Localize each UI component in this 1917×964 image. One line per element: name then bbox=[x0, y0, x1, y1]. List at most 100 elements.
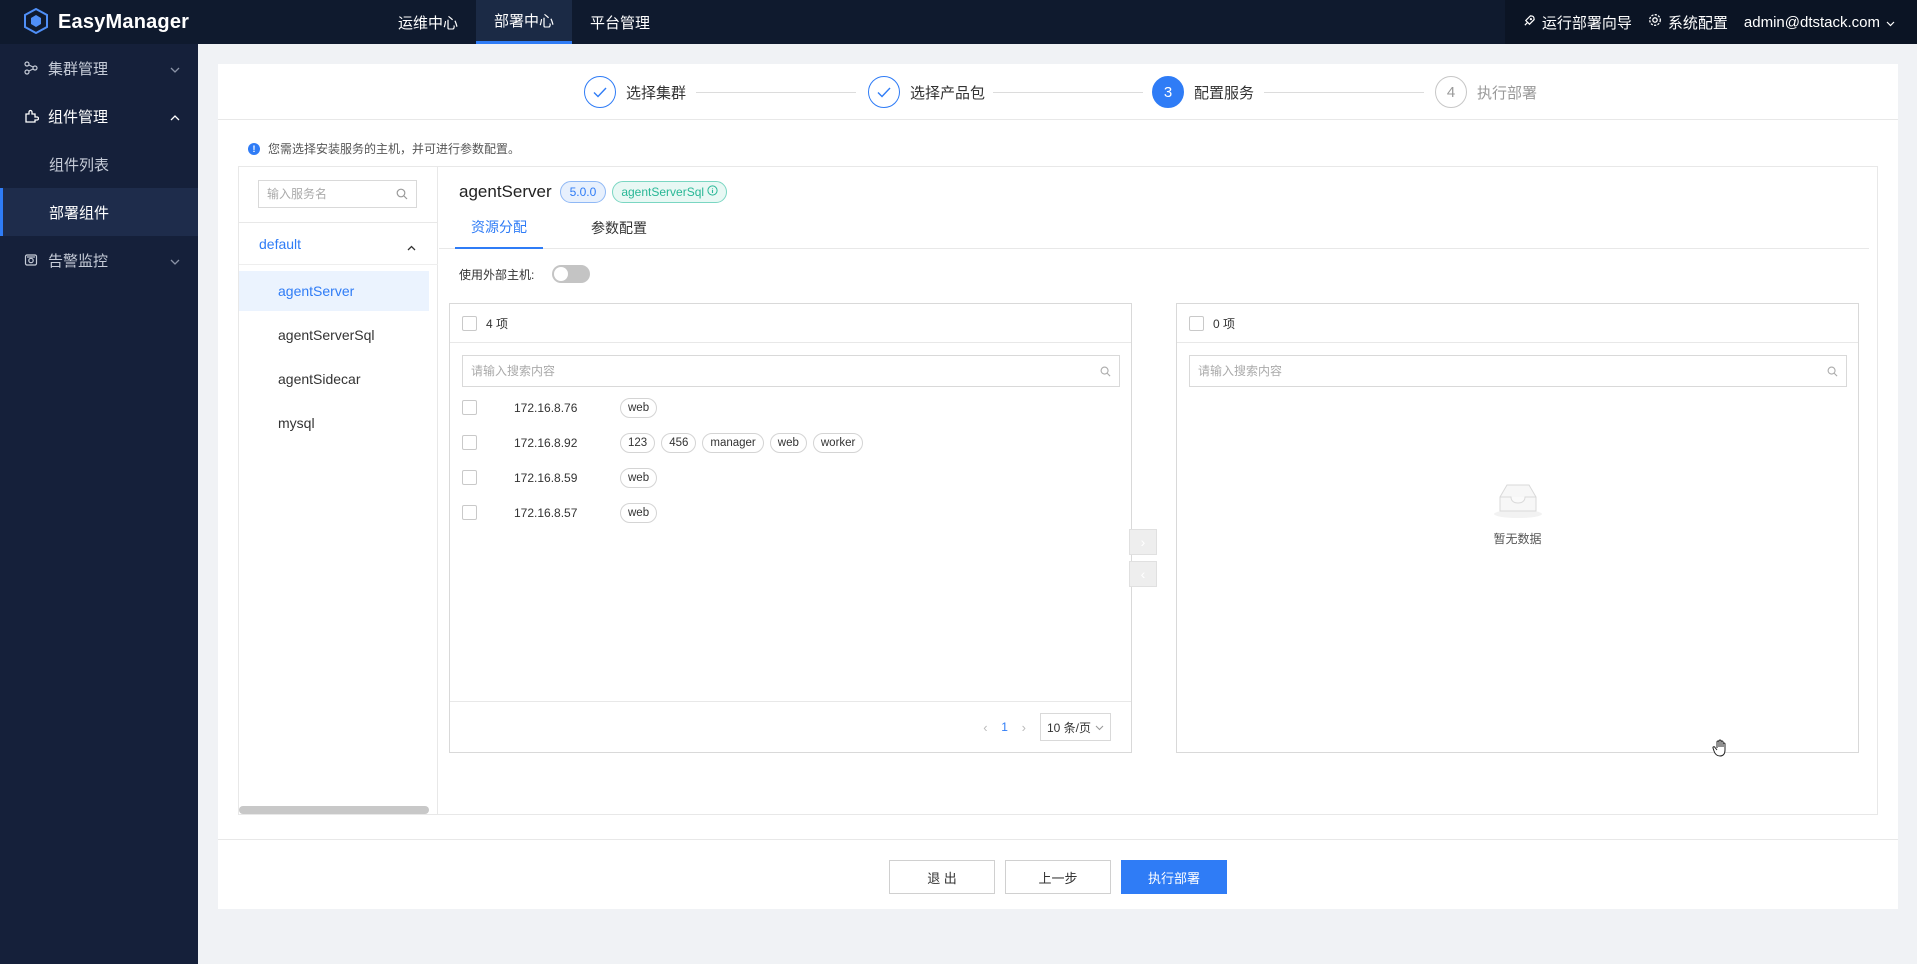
top-right-menu: 运行部署向导 系统配置 admin@dtstack.com bbox=[1504, 0, 1917, 44]
nav-ops-center[interactable]: 运维中心 bbox=[380, 0, 476, 44]
source-count: 4 项 bbox=[486, 316, 509, 331]
service-group-default[interactable]: default bbox=[239, 223, 438, 265]
chevron-down-icon bbox=[1886, 14, 1895, 31]
info-notice: ! 您需选择安装服务的主机，并可进行参数配置。 bbox=[248, 140, 520, 157]
tab-resource-allocation[interactable]: 资源分配 bbox=[455, 207, 543, 249]
step-label: 执行部署 bbox=[1477, 84, 1538, 102]
check-icon bbox=[868, 76, 900, 108]
page-number[interactable]: 1 bbox=[998, 720, 1012, 734]
host-tag: manager bbox=[702, 432, 764, 453]
host-row[interactable]: 172.16.8.92 123 456 manager web worker bbox=[462, 425, 864, 460]
target-search-input[interactable] bbox=[1198, 364, 1798, 378]
sidebar-item-deploy-component[interactable]: 部署组件 bbox=[0, 188, 198, 236]
host-checkbox[interactable] bbox=[462, 505, 477, 520]
previous-step-button[interactable]: 上一步 bbox=[1005, 860, 1111, 894]
step-label: 配置服务 bbox=[1194, 84, 1255, 102]
host-tags: web bbox=[620, 502, 658, 523]
system-settings-button[interactable]: 系统配置 bbox=[1648, 12, 1728, 33]
move-left-button[interactable]: ‹ bbox=[1129, 561, 1157, 587]
service-header: agentServer 5.0.0 agentServerSql bbox=[459, 181, 728, 203]
execute-deploy-button[interactable]: 执行部署 bbox=[1121, 860, 1227, 894]
page-size-select[interactable]: 10 条/页 bbox=[1039, 713, 1111, 741]
top-bar: EasyManager 运维中心 部署中心 平台管理 运行部署向导 系统配置 a… bbox=[0, 0, 1917, 44]
service-group-label: default bbox=[259, 235, 302, 252]
cube-logo-icon bbox=[24, 7, 48, 37]
service-search-box bbox=[258, 180, 417, 208]
search-icon[interactable] bbox=[396, 188, 408, 200]
step-number: 3 bbox=[1152, 76, 1184, 108]
chevron-down-icon bbox=[170, 252, 180, 269]
sidebar-item-cluster[interactable]: 集群管理 bbox=[0, 44, 198, 92]
nav-deploy-center[interactable]: 部署中心 bbox=[476, 0, 572, 44]
source-list-footer: ‹ 1 › 10 条/页 bbox=[450, 701, 1131, 752]
host-ip: 172.16.8.92 bbox=[514, 435, 578, 450]
check-icon bbox=[584, 76, 616, 108]
chevron-down-icon bbox=[1095, 720, 1104, 734]
sidebar-item-component-list[interactable]: 组件列表 bbox=[0, 140, 198, 188]
host-tag: worker bbox=[812, 432, 864, 453]
host-tags: 123 456 manager web worker bbox=[620, 432, 864, 453]
host-tag: 456 bbox=[661, 432, 697, 453]
detail-tabs: 资源分配 参数配置 bbox=[439, 207, 1869, 249]
pagination: ‹ 1 › 10 条/页 bbox=[983, 713, 1111, 741]
user-menu[interactable]: admin@dtstack.com bbox=[1744, 14, 1895, 31]
host-checkbox[interactable] bbox=[462, 470, 477, 485]
sidebar-item-label: 组件管理 bbox=[48, 108, 109, 126]
service-item-mysql[interactable]: mysql bbox=[239, 403, 429, 443]
empty-state: 暂无数据 bbox=[1177, 479, 1858, 547]
service-item-agentserversql[interactable]: agentServerSql bbox=[239, 315, 429, 355]
tab-parameter-config[interactable]: 参数配置 bbox=[575, 207, 663, 249]
step-select-cluster: 选择集群 bbox=[584, 76, 686, 108]
select-all-checkbox[interactable] bbox=[1189, 315, 1204, 331]
horizontal-scrollbar[interactable] bbox=[239, 806, 429, 814]
service-detail-panel: agentServer 5.0.0 agentServerSql 资源分配 参数… bbox=[439, 167, 1877, 814]
select-all-checkbox[interactable] bbox=[462, 315, 477, 331]
source-search-input[interactable] bbox=[471, 364, 1071, 378]
host-checkbox[interactable] bbox=[462, 435, 477, 450]
nav-platform-admin[interactable]: 平台管理 bbox=[572, 0, 668, 44]
host-row[interactable]: 172.16.8.57 web bbox=[462, 495, 658, 530]
sidebar-item-label: 集群管理 bbox=[48, 60, 109, 78]
prev-page-icon[interactable]: ‹ bbox=[983, 720, 987, 735]
step-configure-service: 3 配置服务 bbox=[1152, 76, 1254, 108]
wizard-steps: 选择集群 选择产品包 3 配置服务 4 执行部署 bbox=[218, 64, 1898, 120]
host-tag: web bbox=[620, 467, 658, 488]
search-icon[interactable] bbox=[1827, 366, 1838, 377]
host-row[interactable]: 172.16.8.59 web bbox=[462, 460, 658, 495]
sidebar-item-component[interactable]: 组件管理 bbox=[0, 92, 198, 140]
step-connector bbox=[993, 92, 1143, 93]
step-label: 选择集群 bbox=[626, 84, 687, 102]
step-number: 4 bbox=[1435, 76, 1467, 108]
search-icon[interactable] bbox=[1100, 366, 1111, 377]
service-name: agentServer bbox=[459, 182, 552, 201]
step-label: 选择产品包 bbox=[910, 84, 986, 102]
sidebar-item-alert[interactable]: 告警监控 bbox=[0, 236, 198, 284]
host-tags: web bbox=[620, 467, 658, 488]
next-page-icon[interactable]: › bbox=[1022, 720, 1026, 735]
top-nav: 运维中心 部署中心 平台管理 bbox=[380, 0, 668, 44]
info-circle-icon bbox=[707, 185, 718, 199]
service-item-agentserver[interactable]: agentServer bbox=[239, 271, 429, 311]
external-host-toggle[interactable] bbox=[552, 265, 591, 283]
alarm-icon bbox=[24, 253, 40, 267]
step-execute-deploy: 4 执行部署 bbox=[1435, 76, 1537, 108]
step-select-package: 选择产品包 bbox=[868, 76, 985, 108]
service-list-panel: default agentServer agentServerSql agent… bbox=[239, 167, 438, 814]
deploy-guide-button[interactable]: 运行部署向导 bbox=[1523, 12, 1632, 33]
system-settings-label: 系统配置 bbox=[1667, 14, 1728, 32]
app-logo[interactable]: EasyManager bbox=[24, 0, 189, 44]
step-connector bbox=[696, 92, 856, 93]
host-checkbox[interactable] bbox=[462, 400, 477, 415]
host-source-list: 4 项 172.16.8.76 web 172 bbox=[449, 303, 1132, 753]
host-row[interactable]: 172.16.8.76 web bbox=[462, 390, 658, 425]
host-ip: 172.16.8.59 bbox=[514, 470, 578, 485]
puzzle-icon bbox=[24, 109, 40, 124]
service-item-agentsidecar[interactable]: agentSidecar bbox=[239, 359, 429, 399]
exit-button[interactable]: 退 出 bbox=[889, 860, 995, 894]
move-right-button[interactable]: › bbox=[1129, 529, 1157, 555]
service-search-input[interactable] bbox=[267, 187, 387, 201]
target-count: 0 项 bbox=[1213, 316, 1236, 331]
dependency-badge[interactable]: agentServerSql bbox=[612, 181, 728, 203]
empty-inbox-icon bbox=[1492, 479, 1544, 522]
host-tag: web bbox=[769, 432, 807, 453]
